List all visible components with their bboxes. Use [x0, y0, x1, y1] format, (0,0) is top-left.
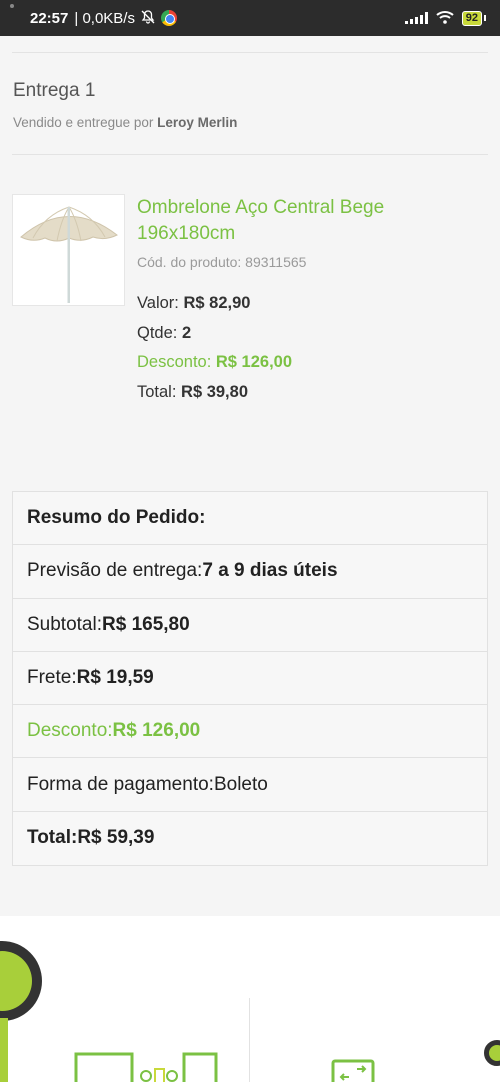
wifi-icon	[436, 10, 454, 27]
seller-info: Vendido e entregue por Leroy Merlin	[13, 115, 237, 130]
summary-discount-label: Desconto:	[27, 720, 113, 742]
subtotal-value: R$ 165,80	[102, 613, 190, 635]
product-code: Cód. do produto: 89311565	[137, 254, 307, 270]
payment-label: Forma de pagamento:	[27, 773, 214, 795]
total-label: Total:	[137, 383, 182, 401]
order-page: Entrega 1 Vendido e entregue por Leroy M…	[0, 36, 500, 916]
delivery-divider	[12, 154, 488, 155]
battery-level: 92	[465, 12, 478, 24]
brand-circle-small	[484, 1040, 500, 1066]
product-total: Total: R$ 39,80	[137, 383, 248, 402]
clock: 22:57	[30, 9, 69, 27]
battery-icon: 92	[461, 10, 482, 26]
battery-tip	[484, 15, 486, 21]
summary-title-row: Resumo do Pedido:	[13, 492, 487, 546]
footer-banner	[0, 916, 500, 1082]
order-summary: Resumo do Pedido: Previsão de entrega: 7…	[12, 491, 488, 867]
subtotal-row: Subtotal: R$ 165,80	[13, 599, 487, 652]
delivery-estimate-label: Previsão de entrega:	[27, 560, 203, 582]
delivery-estimate-value: 7 a 9 dias úteis	[202, 560, 338, 582]
product-discount: Desconto: R$ 126,00	[137, 353, 292, 372]
discount-value: R$ 126,00	[215, 353, 293, 371]
subtotal-label: Subtotal:	[27, 613, 102, 635]
notification-dot	[10, 4, 14, 8]
footer-separator	[249, 998, 250, 1082]
mute-icon	[141, 9, 155, 27]
delivery-estimate-row: Previsão de entrega: 7 a 9 dias úteis	[13, 545, 487, 599]
delivery-box-icon	[331, 1059, 375, 1082]
total-value: R$ 39,80	[181, 383, 248, 401]
chrome-icon	[160, 10, 177, 26]
seller-prefix: Vendido e entregue por	[13, 115, 158, 130]
network-speed: | 0,0KB/s	[74, 9, 135, 27]
product-name[interactable]: Ombrelone Aço Central Bege 196x180cm	[137, 195, 467, 247]
store-illustration	[74, 1052, 218, 1082]
product-image[interactable]	[12, 194, 125, 306]
summary-total-row: Total: R$ 59,39	[13, 812, 487, 865]
price-label: Valor:	[137, 294, 184, 312]
shipping-row: Frete: R$ 19,59	[13, 652, 487, 706]
product-quantity: Qtde: 2	[137, 324, 191, 343]
shipping-label: Frete:	[27, 667, 77, 689]
shipping-value: R$ 19,59	[76, 667, 154, 689]
brand-circle	[0, 941, 42, 1021]
summary-total-value: R$ 59,39	[77, 827, 155, 849]
payment-value: Boleto	[213, 773, 268, 795]
summary-total-label: Total:	[27, 827, 78, 849]
seller-name: Leroy Merlin	[157, 115, 238, 130]
top-divider	[12, 52, 488, 53]
brand-bar	[0, 1018, 8, 1082]
summary-title: Resumo do Pedido:	[27, 507, 206, 529]
price-value: R$ 82,90	[183, 294, 251, 312]
discount-row: Desconto: R$ 126,00	[13, 705, 487, 759]
discount-label: Desconto:	[137, 353, 216, 371]
delivery-title: Entrega 1	[13, 80, 96, 101]
qty-value: 2	[181, 324, 192, 342]
umbrella-image	[20, 206, 118, 303]
summary-discount-value: R$ 126,00	[112, 720, 201, 742]
status-bar: 22:57 | 0,0KB/s 92	[0, 0, 500, 36]
product-price: Valor: R$ 82,90	[137, 294, 250, 313]
payment-row: Forma de pagamento: Boleto	[13, 758, 487, 812]
qty-label: Qtde:	[137, 324, 182, 342]
signal-icon	[404, 12, 428, 24]
